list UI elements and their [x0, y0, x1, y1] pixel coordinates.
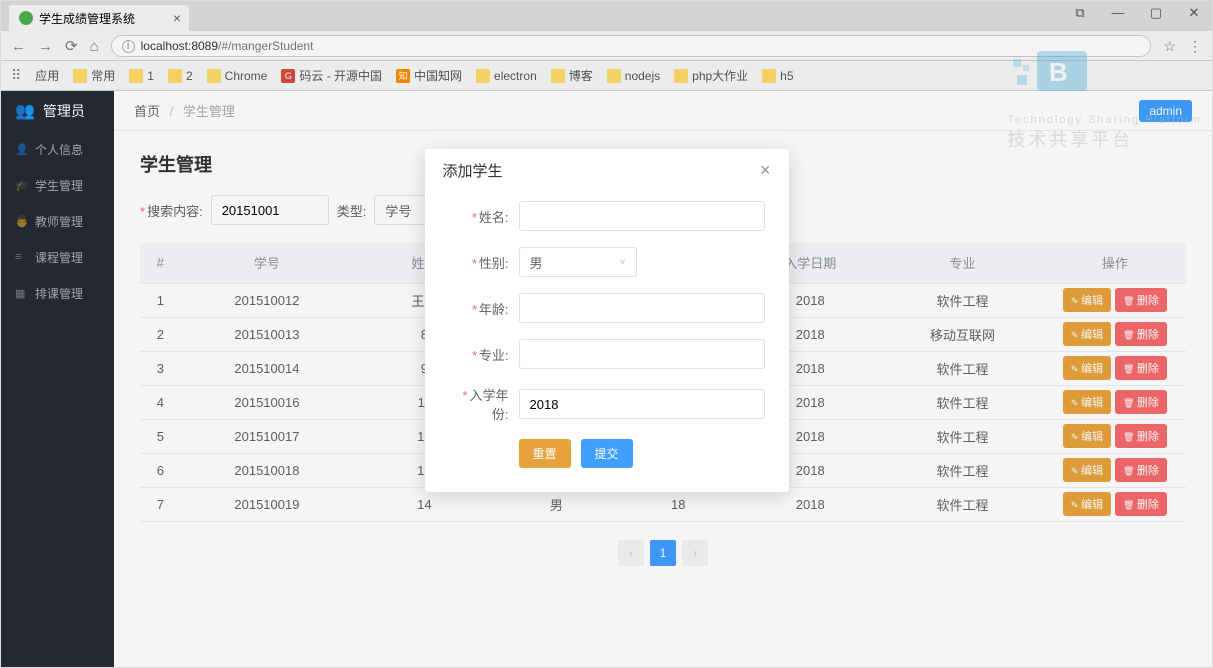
field-gender-select[interactable]: 男 ˅	[519, 247, 637, 277]
field-year-input[interactable]	[519, 389, 765, 419]
field-name-label: *姓名:	[449, 207, 519, 226]
modal-title: 添加学生	[443, 160, 503, 181]
field-age-label: *年龄:	[449, 299, 519, 318]
field-major-label: *专业:	[449, 345, 519, 364]
modal-overlay[interactable]: 添加学生 × *姓名: *性别: 男 ˅ *年龄:	[1, 1, 1212, 667]
modal-close-icon[interactable]: ×	[760, 160, 771, 181]
reset-button[interactable]: 重置	[519, 439, 571, 468]
add-student-modal: 添加学生 × *姓名: *性别: 男 ˅ *年龄:	[425, 149, 789, 492]
field-major-input[interactable]	[519, 339, 765, 369]
field-gender-label: *性别:	[449, 253, 519, 272]
submit-button[interactable]: 提交	[581, 439, 633, 468]
field-age-input[interactable]	[519, 293, 765, 323]
field-year-label: *入学年份:	[449, 385, 519, 423]
field-name-input[interactable]	[519, 201, 765, 231]
chevron-down-icon: ˅	[620, 257, 626, 268]
